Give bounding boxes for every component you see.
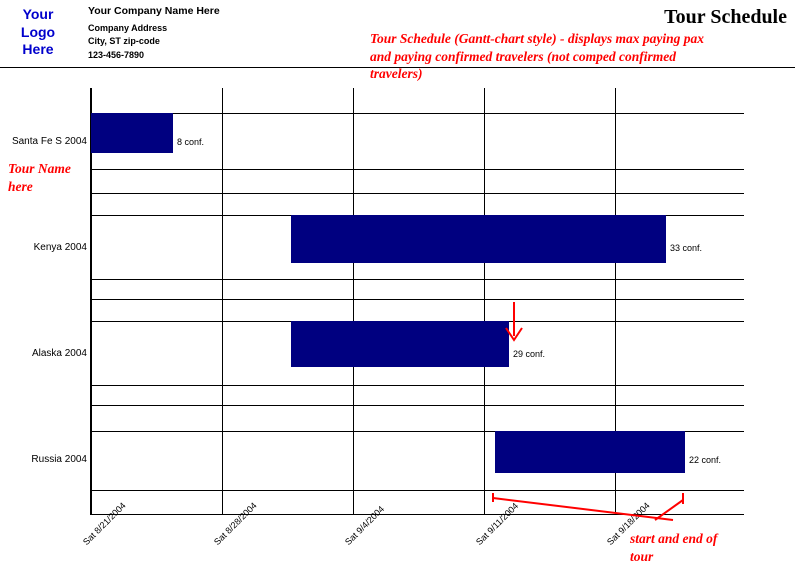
annotation-line: and paying confirmed travelers (not comp… (370, 48, 704, 66)
tour-label: Russia 2004 (11, 454, 87, 465)
gantt-bar (291, 321, 509, 367)
gantt-row: Alaska 2004 29 conf. (91, 300, 744, 406)
confirmed-label: 29 conf. (513, 349, 545, 359)
logo-line: Logo (8, 24, 68, 42)
annotation-start-end: start and end of tour (630, 530, 717, 565)
logo-placeholder: Your Logo Here (8, 4, 68, 59)
annotation-line: Tour Name (8, 160, 71, 178)
page-title: Tour Schedule (664, 4, 787, 29)
gantt-bar (495, 431, 685, 473)
row-subline (91, 113, 744, 114)
gantt-chart: Santa Fe S 2004 8 conf. Kenya 2004 33 co… (90, 88, 744, 515)
confirmed-label: 33 conf. (670, 243, 702, 253)
row-subline (91, 490, 744, 491)
annotation-line: start and end of (630, 530, 717, 548)
annotation-line: tour (630, 548, 717, 566)
confirmed-label: 8 conf. (177, 137, 204, 147)
annotation-line: travelers) (370, 65, 704, 83)
annotation-line: Tour Schedule (Gantt-chart style) - disp… (370, 30, 704, 48)
gantt-row: Russia 2004 22 conf. (91, 406, 744, 512)
gantt-row: Santa Fe S 2004 8 conf. (91, 88, 744, 194)
annotation-tour-name: Tour Name here (8, 160, 71, 195)
gantt-row: Kenya 2004 33 conf. (91, 194, 744, 300)
annotation-description: Tour Schedule (Gantt-chart style) - disp… (370, 30, 704, 83)
tour-label: Santa Fe S 2004 (11, 136, 87, 147)
logo-line: Here (8, 41, 68, 59)
row-subline (91, 385, 744, 386)
annotation-line: here (8, 178, 71, 196)
gantt-bar (91, 113, 173, 153)
confirmed-label: 22 conf. (689, 455, 721, 465)
row-subline (91, 279, 744, 280)
tour-label: Kenya 2004 (11, 242, 87, 253)
company-name: Your Company Name Here (88, 4, 664, 20)
row-subline (91, 169, 744, 170)
tour-label: Alaska 2004 (11, 348, 87, 359)
gantt-bar (291, 215, 666, 263)
logo-line: Your (8, 6, 68, 24)
